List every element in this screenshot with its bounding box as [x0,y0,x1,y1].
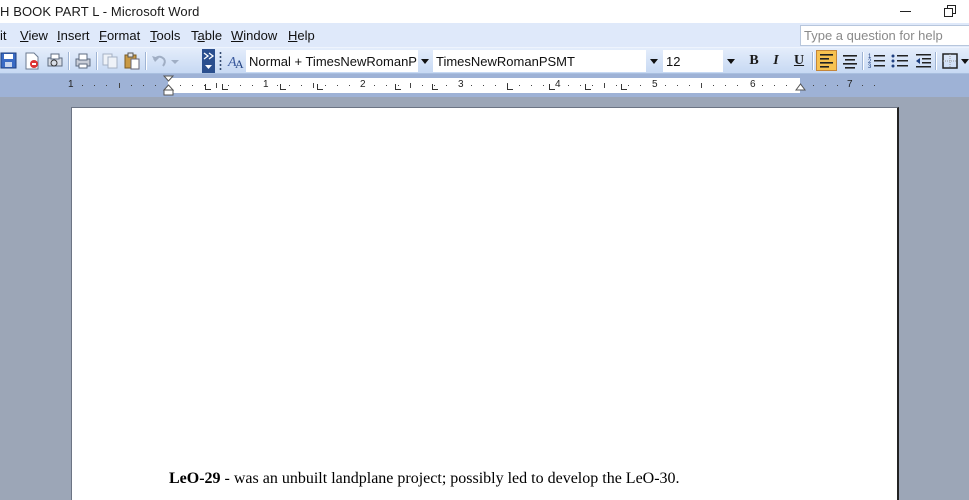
help-question-input[interactable]: Type a question for help [800,25,969,46]
undo-icon[interactable] [150,52,168,70]
paste-icon[interactable] [123,52,141,70]
tab-stop-marker[interactable] [432,84,438,90]
print-icon[interactable] [74,52,92,70]
bullets-icon[interactable] [891,52,909,70]
restore-button[interactable] [939,1,961,21]
bold-button[interactable]: B [744,51,764,71]
svg-text:A: A [235,57,244,70]
menu-insert[interactable]: Insert [57,28,90,43]
horizontal-ruler[interactable]: 1 1 2 3 4 5 6 7 [68,78,898,93]
toolbar-options-icon[interactable] [202,49,215,73]
document-paragraph[interactable]: LeO-29 - was an unbuilt landplane projec… [169,470,680,488]
menu-table[interactable]: Table [191,28,222,43]
menu-edit[interactable]: it [0,28,7,43]
tab-stop-marker[interactable] [317,84,323,90]
font-dropdown-icon[interactable] [647,50,661,72]
styles-formatting-icon[interactable]: AA [227,52,245,71]
style-dropdown-icon[interactable] [418,50,432,72]
font-size-dropdown-icon[interactable] [724,50,738,72]
italic-button[interactable]: I [766,51,786,71]
tab-stop-marker[interactable] [222,84,228,90]
paragraph-text: - was an unbuilt landplane project; poss… [220,470,680,487]
undo-dropdown-icon[interactable] [170,52,180,70]
menu-view[interactable]: View [20,28,48,43]
menu-bar: it View Insert Format Tools Table Window… [0,23,969,47]
ruler-number: 4 [555,79,561,90]
ruler-number: 3 [458,79,464,90]
underline-button[interactable]: U [789,51,809,71]
font-size-combo[interactable]: 12 [663,50,723,72]
font-combo[interactable]: TimesNewRomanPSMT [433,50,646,72]
tab-stop-marker[interactable] [205,84,211,90]
minimize-button[interactable] [895,1,917,21]
document-workspace: LeO-29 - was an unbuilt landplane projec… [0,97,969,500]
tab-stop-marker[interactable] [395,84,401,90]
svg-text:3: 3 [868,64,872,70]
ruler-number: 2 [360,79,366,90]
print-preview-icon[interactable] [46,52,64,70]
borders-dropdown-icon[interactable] [958,50,969,72]
tab-stop-marker[interactable] [280,84,286,90]
tab-stop-marker[interactable] [507,84,513,90]
tab-stop-marker[interactable] [585,84,591,90]
align-left-icon[interactable] [816,50,837,71]
paragraph-term: LeO-29 [169,470,221,487]
ruler-number: 6 [750,79,756,90]
ruler-number: 5 [652,79,658,90]
borders-icon[interactable] [941,52,959,70]
ruler-bar: 1 1 2 3 4 5 6 7 [0,74,969,97]
document-page[interactable]: LeO-29 - was an unbuilt landplane projec… [71,107,899,500]
ruler-number: 1 [68,79,74,90]
indent-marker-icon[interactable] [163,75,174,97]
menu-window[interactable]: Window [231,28,277,43]
menu-format[interactable]: Format [99,28,140,43]
menu-tools[interactable]: Tools [150,28,180,43]
window-title: H BOOK PART L - Microsoft Word [0,4,200,19]
menu-help[interactable]: Help [288,28,315,43]
toolbar: AA Normal + TimesNewRomanPSM TimesNewRom… [0,47,969,74]
align-center-icon[interactable] [841,52,859,70]
permission-icon[interactable] [23,52,41,70]
ruler-number: 1 [263,79,269,90]
tab-stop-marker[interactable] [621,84,627,90]
numbering-icon[interactable]: 123 [868,52,886,70]
decrease-indent-icon[interactable] [914,52,932,70]
tab-stop-marker[interactable] [549,84,555,90]
style-combo[interactable]: Normal + TimesNewRomanPSM [246,50,418,72]
copy-icon[interactable] [101,52,119,70]
right-indent-marker-icon[interactable] [795,82,806,92]
title-bar: H BOOK PART L - Microsoft Word [0,0,969,23]
save-icon[interactable] [0,52,18,70]
ruler-number: 7 [847,79,853,90]
